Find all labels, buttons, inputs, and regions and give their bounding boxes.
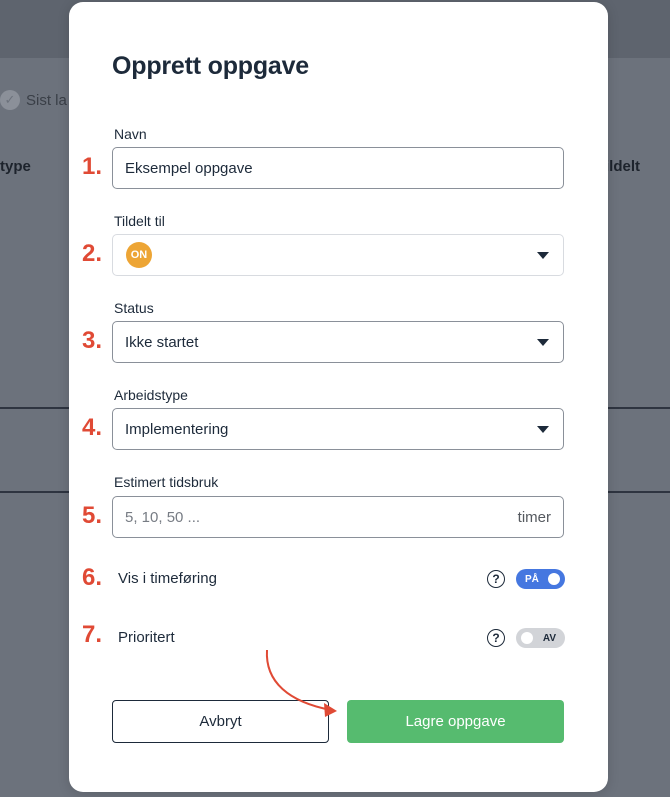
annotation-number-1: 1. <box>82 153 103 180</box>
name-label: Navn <box>114 126 147 142</box>
avatar: ON <box>126 242 152 268</box>
annotation-number-2: 2. <box>82 240 103 267</box>
modal-title: Opprett oppgave <box>112 52 310 80</box>
background-column-header-right: ildelt <box>604 158 640 175</box>
background-status-text: Sist la <box>26 91 67 109</box>
priority-toggle[interactable]: AV <box>516 628 565 648</box>
work-type-label: Arbeidstype <box>114 387 188 403</box>
estimate-input-placeholder: 5, 10, 50 ... <box>125 508 201 526</box>
work-type-select-value: Implementering <box>125 420 229 438</box>
timesheet-label: Vis i timeføring <box>118 570 217 587</box>
estimate-input[interactable]: 5, 10, 50 ... timer <box>112 496 564 538</box>
annotation-number-6: 6. <box>82 564 103 591</box>
assigned-label: Tildelt til <box>114 213 165 229</box>
work-type-select[interactable]: Implementering <box>112 408 564 450</box>
status-select[interactable]: Ikke startet <box>112 321 564 363</box>
toggle-knob <box>521 632 533 644</box>
annotation-number-4: 4. <box>82 414 103 441</box>
cancel-button[interactable]: Avbryt <box>112 700 329 743</box>
name-input-value: Eksempel oppgave <box>125 159 253 177</box>
create-task-modal: Opprett oppgave Navn 1. Eksempel oppgave… <box>69 2 608 792</box>
chevron-down-icon <box>537 251 549 259</box>
status-select-value: Ikke startet <box>125 333 199 351</box>
annotation-number-5: 5. <box>82 502 103 529</box>
estimate-unit: timer <box>517 508 551 526</box>
help-icon[interactable]: ? <box>487 570 505 588</box>
chevron-down-icon <box>537 425 549 433</box>
annotation-number-3: 3. <box>82 327 103 354</box>
help-icon[interactable]: ? <box>487 629 505 647</box>
name-input[interactable]: Eksempel oppgave <box>112 147 564 189</box>
check-icon: ✓ <box>0 90 20 110</box>
annotation-number-7: 7. <box>82 621 103 648</box>
toggle-state-label: AV <box>542 632 556 644</box>
background-status: ✓ Sist la <box>0 90 67 110</box>
timesheet-toggle[interactable]: PÅ <box>516 569 565 589</box>
background-column-header-left: type <box>0 158 31 175</box>
toggle-knob <box>548 573 560 585</box>
assigned-select[interactable]: ON <box>112 234 564 276</box>
save-button[interactable]: Lagre oppgave <box>347 700 564 743</box>
estimate-label: Estimert tidsbruk <box>114 474 219 490</box>
status-label: Status <box>114 300 154 316</box>
priority-label: Prioritert <box>118 629 175 646</box>
chevron-down-icon <box>537 338 549 346</box>
toggle-state-label: PÅ <box>525 573 539 585</box>
